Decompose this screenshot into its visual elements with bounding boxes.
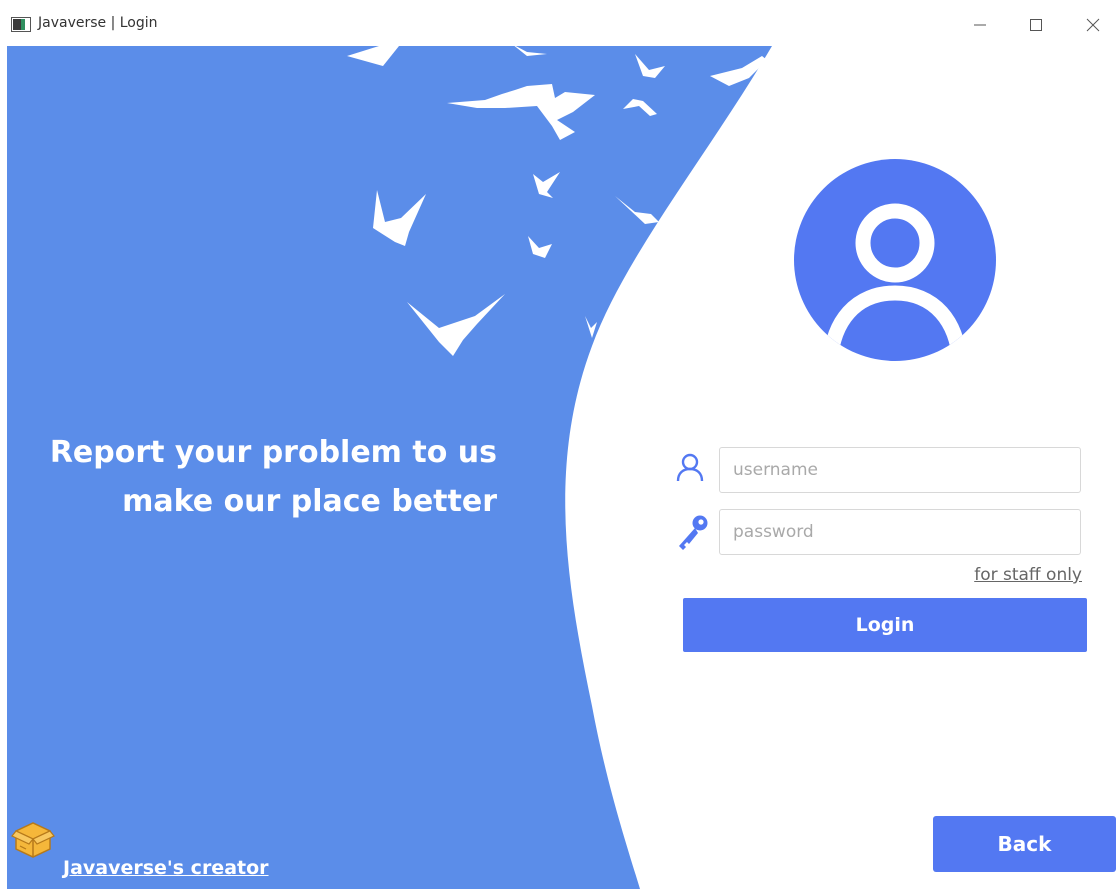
window-titlebar: Javaverse | Login (0, 0, 1116, 46)
login-window-content: Report your problem to us make our place… (7, 46, 1116, 889)
minimize-button[interactable] (957, 12, 1003, 38)
user-icon (676, 453, 704, 482)
package-box-icon[interactable] (10, 819, 56, 859)
hero-line-1: Report your problem to us (49, 435, 497, 470)
user-avatar-icon (794, 159, 996, 361)
username-input[interactable] (719, 447, 1081, 493)
hero-line-2: make our place better (122, 484, 497, 519)
staff-only-link[interactable]: for staff only (974, 565, 1082, 585)
key-icon (679, 515, 708, 550)
close-button[interactable] (1070, 12, 1116, 38)
close-icon (1086, 18, 1100, 32)
creator-link[interactable]: Javaverse's creator (63, 857, 269, 879)
minimize-icon (974, 24, 986, 26)
back-button[interactable]: Back (933, 816, 1116, 872)
app-window-icon (11, 17, 31, 32)
maximize-icon (1030, 19, 1042, 31)
window-title: Javaverse | Login (38, 15, 158, 31)
maximize-button[interactable] (1013, 12, 1059, 38)
login-button[interactable]: Login (683, 598, 1087, 652)
hero-headline: Report your problem to us make our place… (47, 428, 497, 526)
password-input[interactable] (719, 509, 1081, 555)
